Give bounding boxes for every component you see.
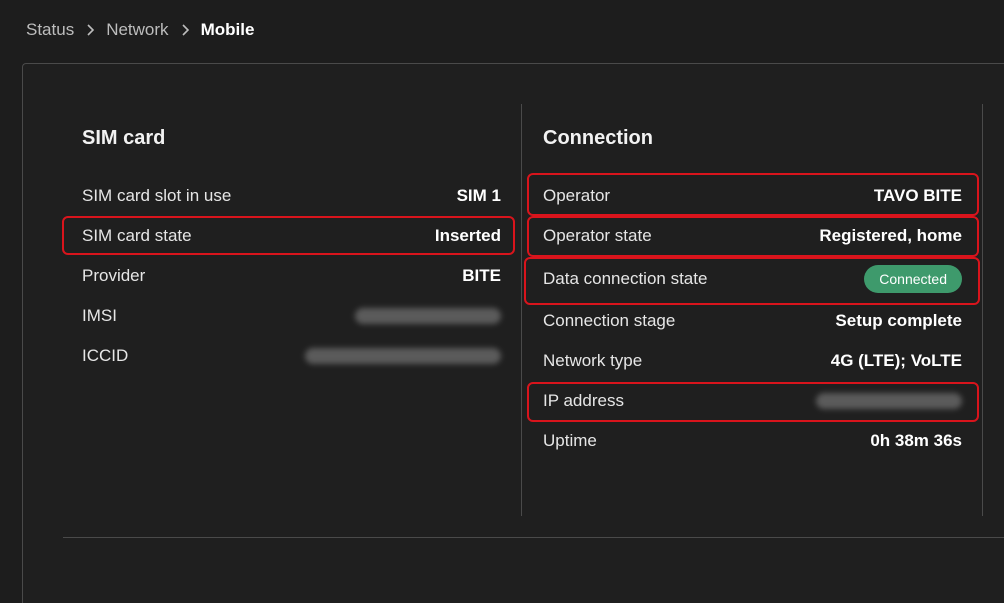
imsi-value-redacted	[355, 308, 501, 324]
operator-state-label: Operator state	[543, 226, 652, 245]
provider-value: BITE	[462, 266, 501, 285]
iccid-label: ICCID	[82, 346, 129, 365]
ip-address-label: IP address	[543, 391, 624, 410]
breadcrumb: Status Network Mobile	[26, 18, 254, 42]
chevron-right-icon	[178, 23, 192, 37]
provider-label: Provider	[82, 266, 146, 285]
panel-divider	[63, 537, 1004, 538]
operator-label: Operator	[543, 186, 611, 205]
iccid-value-redacted	[305, 348, 501, 364]
row-sim-slot: SIM card slot in use SIM 1	[82, 176, 501, 216]
breadcrumb-status[interactable]: Status	[26, 20, 74, 40]
connection-stage-label: Connection stage	[543, 311, 676, 330]
sim-slot-label: SIM card slot in use	[82, 186, 232, 205]
operator-value: TAVO BITE	[873, 186, 962, 205]
uptime-value: 0h 38m 36s	[870, 431, 962, 450]
row-iccid: ICCID	[82, 336, 501, 376]
row-ip-address: IP address	[543, 381, 962, 421]
chevron-right-icon	[83, 23, 97, 37]
breadcrumb-current-mobile: Mobile	[200, 20, 255, 39]
network-type-value: 4G (LTE); VoLTE	[830, 351, 962, 370]
row-uptime: Uptime 0h 38m 36s	[543, 421, 962, 461]
row-operator-state: Operator state Registered, home	[543, 216, 962, 256]
breadcrumb-network[interactable]: Network	[106, 20, 168, 40]
uptime-label: Uptime	[543, 431, 597, 450]
section-title-connection: Connection	[543, 127, 653, 149]
network-type-label: Network type	[543, 351, 643, 370]
row-imsi: IMSI	[82, 296, 501, 336]
section-title-sim-card: SIM card	[82, 127, 166, 149]
sim-state-label: SIM card state	[82, 226, 192, 245]
row-connection-stage: Connection stage Setup complete	[543, 301, 962, 341]
sim-state-value: Inserted	[434, 226, 501, 245]
sim-slot-value: SIM 1	[456, 186, 501, 205]
column-divider	[982, 104, 983, 516]
row-sim-state: SIM card state Inserted	[82, 216, 501, 256]
row-provider: Provider BITE	[82, 256, 501, 296]
connected-status-badge: Connected	[864, 265, 962, 293]
ip-address-value-redacted	[816, 393, 962, 409]
operator-state-value: Registered, home	[819, 226, 962, 245]
data-connection-state-label: Data connection state	[543, 269, 708, 288]
row-network-type: Network type 4G (LTE); VoLTE	[543, 341, 962, 381]
row-operator: Operator TAVO BITE	[543, 176, 962, 216]
row-data-connection-state: Data connection state Connected	[543, 259, 962, 299]
column-divider	[521, 104, 522, 516]
imsi-label: IMSI	[82, 306, 117, 325]
connection-stage-value: Setup complete	[835, 311, 962, 330]
